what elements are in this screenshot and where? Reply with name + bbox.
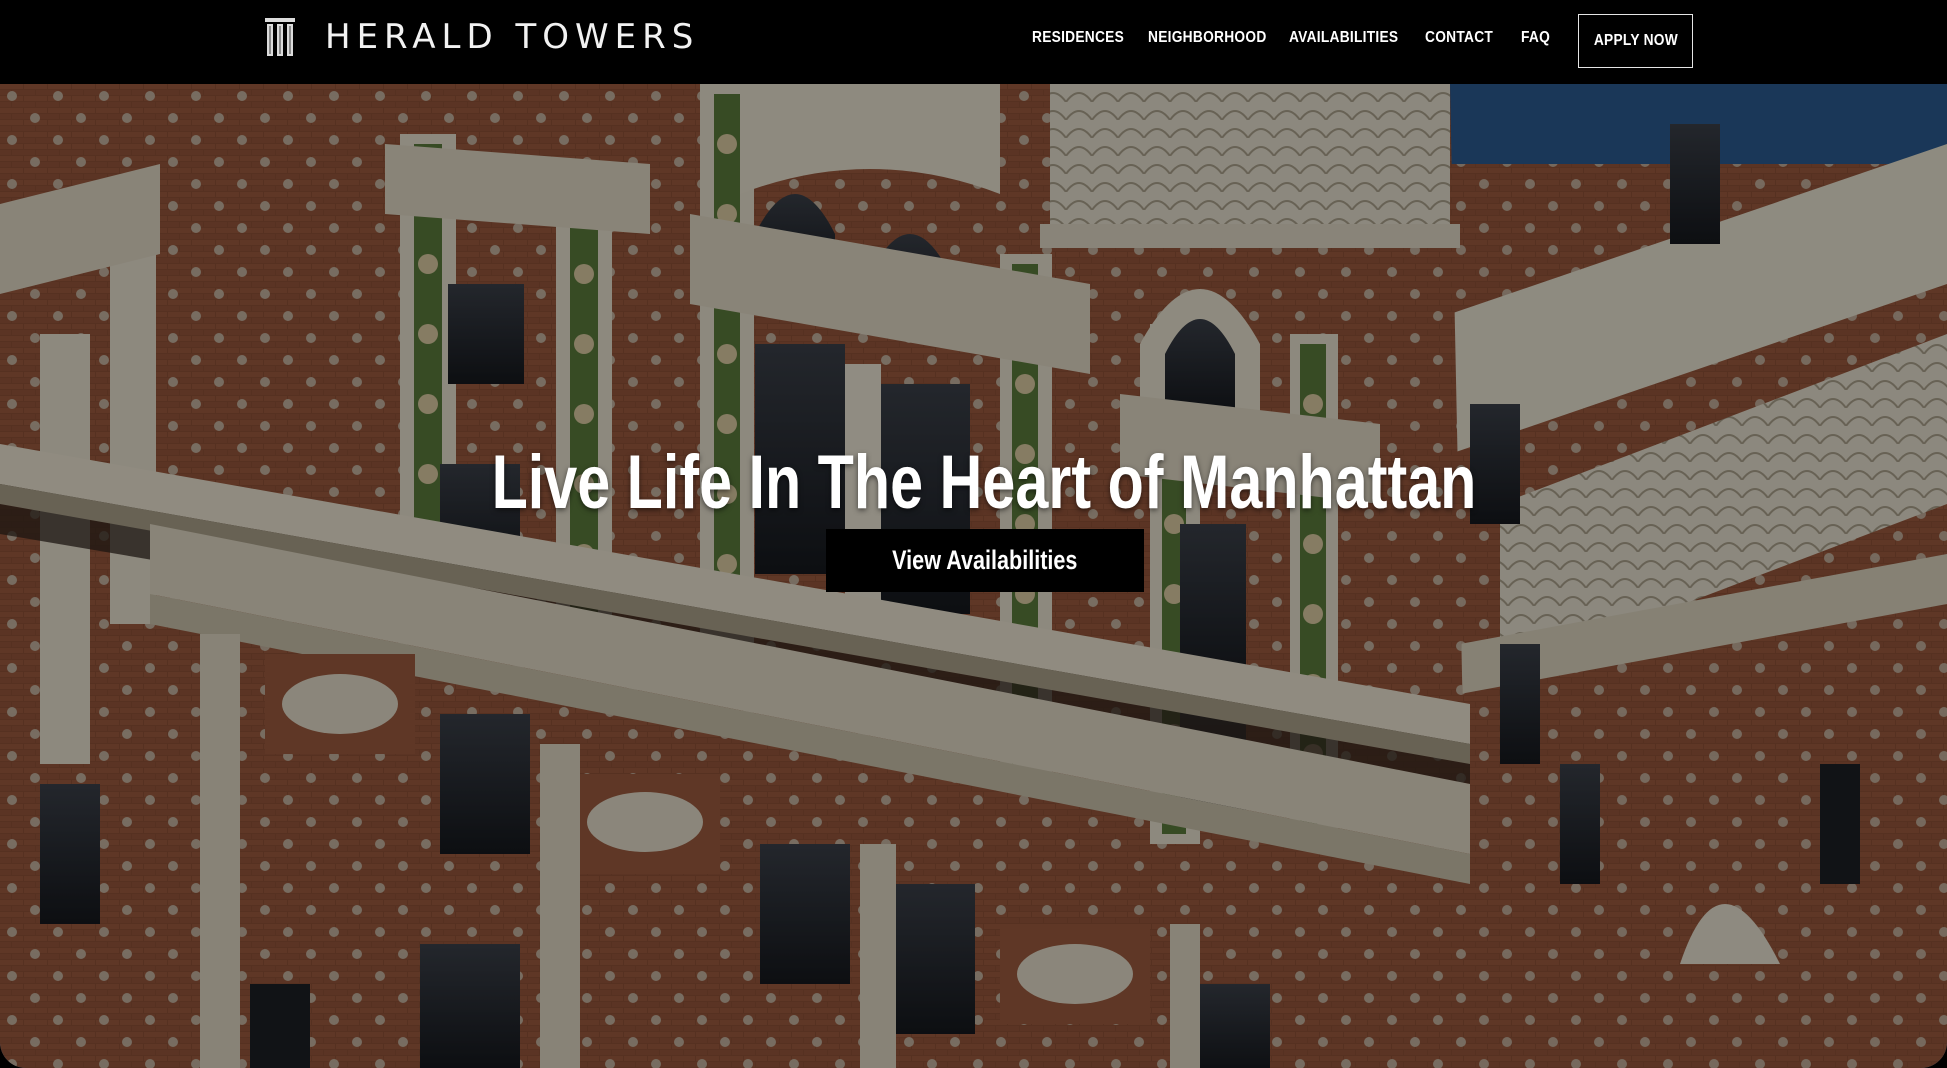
apply-now-label: APPLY NOW <box>1593 32 1678 49</box>
top-navigation-bar: HERALD TOWERS RESIDENCES NEIGHBORHOOD AV… <box>0 0 1947 84</box>
brand-logo[interactable]: HERALD TOWERS <box>263 16 699 58</box>
nav-link-neighborhood[interactable]: NEIGHBORHOOD <box>1148 29 1267 47</box>
nav-link-contact[interactable]: CONTACT <box>1425 29 1493 47</box>
nav-link-residences[interactable]: RESIDENCES <box>1032 29 1124 47</box>
view-availabilities-label: View Availabilities <box>892 545 1078 575</box>
building-columns-icon <box>265 18 295 56</box>
nav-link-faq[interactable]: FAQ <box>1521 29 1550 47</box>
apply-now-button[interactable]: APPLY NOW <box>1578 14 1693 68</box>
nav-link-availabilities[interactable]: AVAILABILITIES <box>1289 29 1398 47</box>
brand-name: HERALD TOWERS <box>325 17 700 57</box>
hero-title: Live Life In The Heart of Manhattan <box>491 440 1477 525</box>
page: HERALD TOWERS RESIDENCES NEIGHBORHOOD AV… <box>0 0 1947 1068</box>
view-availabilities-button[interactable]: View Availabilities <box>826 529 1144 592</box>
hero-section: Live Life In The Heart of Manhattan View… <box>0 84 1947 1068</box>
